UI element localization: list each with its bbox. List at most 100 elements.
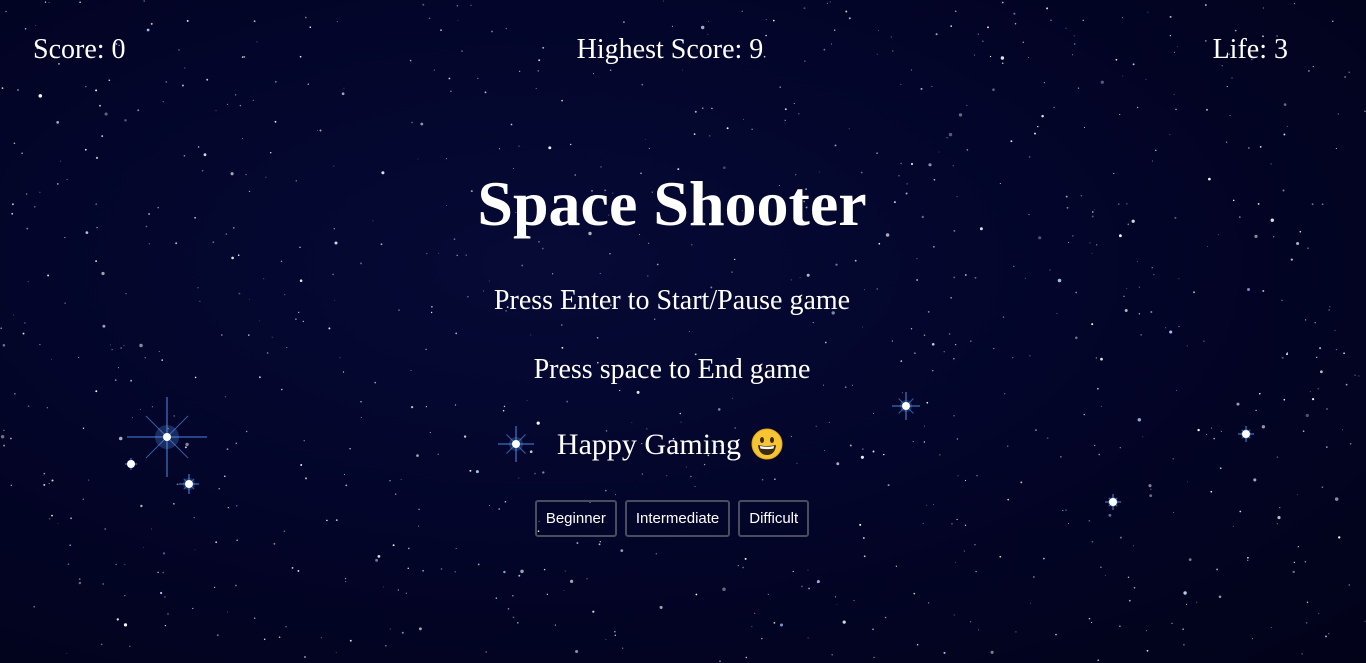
star xyxy=(732,397,734,399)
star xyxy=(1050,19,1052,21)
highest-score-display: Highest Score: 9 xyxy=(576,34,764,65)
life-display: Life: 3 xyxy=(1212,34,1288,65)
star xyxy=(1349,443,1352,445)
star xyxy=(394,493,397,495)
star xyxy=(274,80,277,83)
star xyxy=(992,347,995,350)
star xyxy=(60,160,62,162)
star xyxy=(137,109,140,112)
star xyxy=(433,69,435,71)
star xyxy=(302,320,304,323)
star xyxy=(1187,481,1189,483)
star xyxy=(931,342,935,346)
star xyxy=(317,129,319,131)
star xyxy=(203,153,207,157)
star xyxy=(286,347,288,349)
star xyxy=(564,570,566,572)
star xyxy=(43,472,46,475)
beginner-button[interactable]: Beginner xyxy=(534,500,617,537)
star xyxy=(291,566,294,569)
star xyxy=(593,73,595,75)
star xyxy=(518,574,521,577)
star xyxy=(345,581,347,583)
star xyxy=(1100,566,1102,569)
star xyxy=(1207,246,1209,247)
star xyxy=(834,596,837,598)
star xyxy=(360,416,362,418)
star xyxy=(1033,576,1035,578)
star xyxy=(1259,392,1261,395)
star xyxy=(570,143,572,146)
star xyxy=(767,593,769,595)
star xyxy=(950,25,953,27)
intermediate-button[interactable]: Intermediate xyxy=(624,500,731,537)
star xyxy=(913,592,916,595)
star xyxy=(1169,15,1172,18)
star xyxy=(641,473,643,475)
star xyxy=(1297,494,1298,496)
star xyxy=(1293,561,1296,564)
star xyxy=(1140,334,1142,336)
star xyxy=(477,77,479,79)
star xyxy=(653,318,656,321)
star xyxy=(389,480,391,482)
star xyxy=(1247,559,1249,561)
star xyxy=(554,624,556,626)
star xyxy=(401,631,404,634)
star xyxy=(682,69,684,71)
star xyxy=(27,280,29,283)
star xyxy=(360,262,362,265)
star xyxy=(745,656,748,659)
star xyxy=(343,473,345,476)
star xyxy=(932,245,935,248)
star xyxy=(1010,140,1013,143)
star xyxy=(1188,558,1192,561)
star xyxy=(1091,621,1093,623)
star xyxy=(1354,374,1356,376)
star xyxy=(534,472,536,475)
star xyxy=(304,656,306,658)
star xyxy=(345,484,348,487)
star xyxy=(235,94,237,96)
star xyxy=(561,99,563,102)
star xyxy=(1119,113,1121,116)
star xyxy=(422,569,424,572)
star xyxy=(622,21,625,24)
difficult-button[interactable]: Difficult xyxy=(738,500,810,537)
star xyxy=(1137,418,1142,422)
star xyxy=(808,587,810,590)
star xyxy=(104,112,108,116)
star xyxy=(1226,86,1228,88)
star xyxy=(158,350,160,353)
star xyxy=(835,263,838,266)
star xyxy=(833,29,836,31)
star xyxy=(659,605,663,609)
star xyxy=(148,243,151,245)
star xyxy=(910,69,912,71)
star xyxy=(910,162,914,166)
star xyxy=(124,595,126,597)
star xyxy=(1248,147,1250,149)
star xyxy=(108,79,111,82)
star xyxy=(829,1,831,3)
star xyxy=(1030,602,1032,604)
star xyxy=(101,135,104,138)
star xyxy=(1001,1,1004,4)
star xyxy=(1304,560,1307,563)
star xyxy=(742,566,744,569)
star xyxy=(726,127,729,130)
star xyxy=(0,327,3,330)
star xyxy=(95,156,99,160)
star xyxy=(666,475,668,477)
star xyxy=(38,94,43,98)
star xyxy=(902,392,904,394)
star xyxy=(955,561,957,563)
star xyxy=(806,273,810,277)
star xyxy=(645,139,646,140)
star xyxy=(731,271,733,273)
star xyxy=(631,422,633,423)
star xyxy=(1307,69,1310,72)
star xyxy=(56,121,60,124)
star xyxy=(143,546,144,548)
star xyxy=(440,568,443,570)
